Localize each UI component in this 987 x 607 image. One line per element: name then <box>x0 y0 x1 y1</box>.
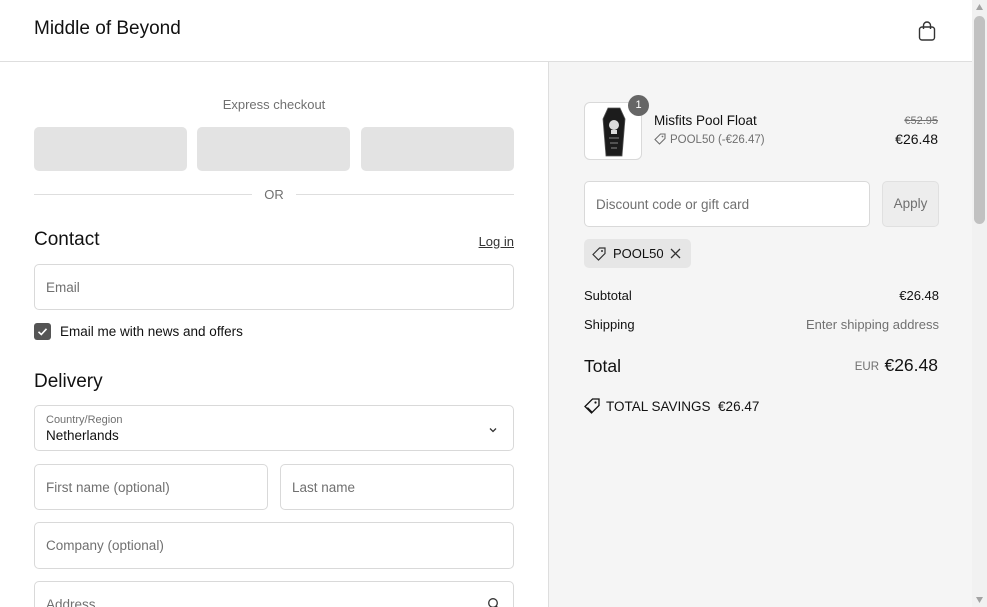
shipping-value: Enter shipping address <box>806 317 939 332</box>
applied-code: POOL50 <box>613 246 664 261</box>
scroll-down-arrow-icon[interactable] <box>975 596 984 604</box>
checkmark-icon <box>37 328 48 336</box>
apply-button[interactable]: Apply <box>882 181 939 227</box>
last-name-placeholder: Last name <box>292 480 356 495</box>
or-divider: OR <box>34 186 514 202</box>
express-pay-button-1[interactable] <box>34 127 187 171</box>
tag-icon <box>654 133 666 145</box>
close-icon[interactable] <box>670 248 681 259</box>
express-checkout-title: Express checkout <box>222 97 326 112</box>
chevron-down-icon <box>489 428 497 433</box>
contact-heading: Contact <box>34 229 100 250</box>
shipping-label: Shipping <box>584 317 635 332</box>
newsletter-label: Email me with news and offers <box>60 324 243 339</box>
company-field[interactable]: Company (optional) <box>34 522 514 569</box>
scrollbar-thumb[interactable] <box>974 16 985 224</box>
total-label: Total <box>584 356 621 376</box>
country-select[interactable]: Country/Region Netherlands <box>34 405 514 451</box>
subtotal-label: Subtotal <box>584 288 632 303</box>
search-icon <box>488 598 498 607</box>
savings-value: €26.47 <box>718 399 760 414</box>
scroll-up-arrow-icon[interactable] <box>975 3 984 11</box>
newsletter-checkbox[interactable] <box>34 323 51 340</box>
discount-placeholder: Discount code or gift card <box>596 197 750 212</box>
brand-logo[interactable]: Middle of Beyond <box>34 18 181 40</box>
total-currency: EUR <box>854 361 879 373</box>
discount-code-field[interactable]: Discount code or gift card <box>584 181 870 227</box>
original-price: €52.95 <box>904 115 938 127</box>
email-field[interactable]: Email <box>34 264 514 310</box>
first-name-field[interactable]: First name (optional) <box>34 464 268 510</box>
or-text: OR <box>264 187 284 202</box>
country-label: Country/Region <box>46 414 123 426</box>
company-placeholder: Company (optional) <box>46 538 164 553</box>
total-value: €26.48 <box>884 355 938 375</box>
item-discount: POOL50 (-€26.47) <box>654 133 765 146</box>
address-placeholder: Address <box>46 597 96 607</box>
tag-icon <box>584 398 600 414</box>
shopping-bag-icon[interactable] <box>916 20 938 42</box>
address-field[interactable]: Address <box>34 581 514 607</box>
item-price: €26.48 <box>895 131 938 147</box>
quantity-badge: 1 <box>628 95 649 116</box>
product-name: Misfits Pool Float <box>654 113 757 128</box>
email-placeholder: Email <box>46 280 80 295</box>
country-value: Netherlands <box>46 428 119 443</box>
express-pay-button-2[interactable] <box>197 127 350 171</box>
tag-icon <box>592 247 606 261</box>
last-name-field[interactable]: Last name <box>280 464 514 510</box>
login-link[interactable]: Log in <box>479 234 514 249</box>
item-discount-text: POOL50 (-€26.47) <box>670 134 765 146</box>
checkout-form: Express checkout OR Contact Log in Email… <box>0 62 548 607</box>
site-header: Middle of Beyond <box>0 0 972 62</box>
delivery-heading: Delivery <box>34 371 103 392</box>
total-savings: TOTAL SAVINGS €26.47 <box>584 398 759 414</box>
savings-label: TOTAL SAVINGS <box>606 399 711 414</box>
subtotal-value: €26.48 <box>899 288 939 303</box>
first-name-placeholder: First name (optional) <box>46 480 170 495</box>
express-pay-button-3[interactable] <box>361 127 514 171</box>
applied-discount-chip: POOL50 <box>584 239 691 268</box>
order-summary: 1 Misfits Pool Float POOL50 (-€26.47) €5… <box>548 62 972 607</box>
